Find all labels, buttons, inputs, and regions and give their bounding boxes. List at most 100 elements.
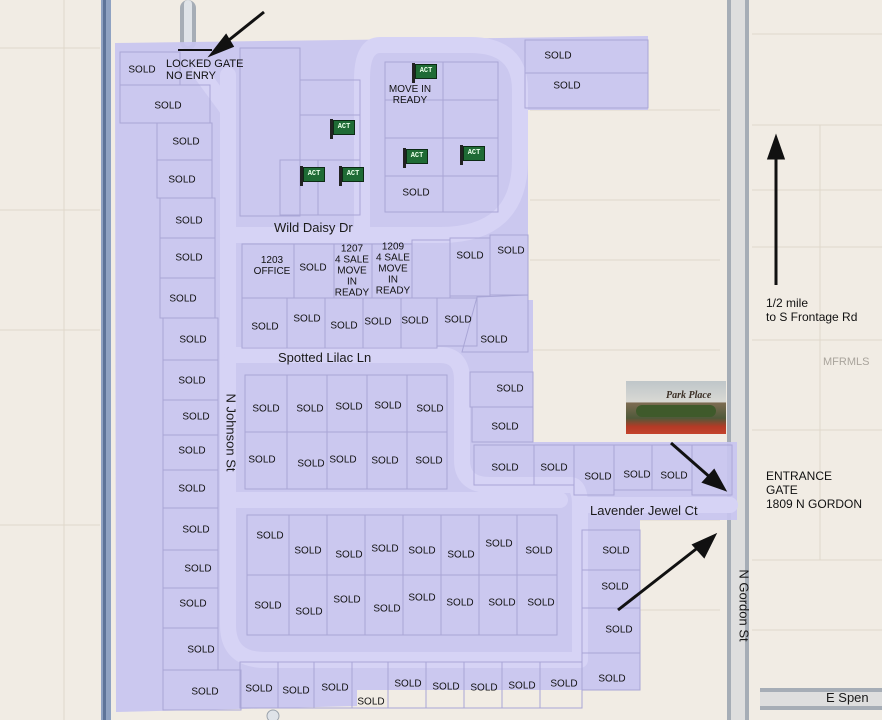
sold-lot: SOLD [172, 136, 200, 148]
sold-lot: SOLD [432, 681, 460, 693]
sold-lot: SOLD [470, 682, 498, 694]
act-sign-icon: ACT [457, 145, 485, 165]
sold-lot: SOLD [491, 462, 519, 474]
sold-lot: SOLD [602, 545, 630, 557]
lot-text: 1209 [381, 241, 405, 253]
sold-lot: SOLD [373, 603, 401, 615]
street-lavender-jewel-ct: Lavender Jewel Ct [590, 503, 698, 518]
act-sign-icon: ACT [327, 119, 355, 139]
sold-lot: SOLD [485, 538, 513, 550]
lot-text: READY [392, 95, 428, 106]
street-e-spen: E Spen [826, 690, 869, 705]
hedge-shape [636, 405, 716, 417]
sold-lot: SOLD [178, 445, 206, 457]
sold-lot: SOLD [182, 524, 210, 536]
half-mile-line2: to S Frontage Rd [766, 310, 858, 324]
sold-lot: SOLD [175, 252, 203, 264]
locked-gate-label: LOCKED GATE NO ENRY [166, 58, 243, 82]
sold-lot: SOLD [169, 293, 197, 305]
sold-lot: SOLD [446, 597, 474, 609]
street-n-gordon-st: N Gordon St [736, 569, 752, 642]
act-sign-text: ACT [463, 146, 485, 161]
sold-lot: SOLD [527, 597, 555, 609]
sold-lot: SOLD [178, 375, 206, 387]
sold-lot: SOLD [182, 411, 210, 423]
sold-lot: SOLD [525, 545, 553, 557]
sold-lot: SOLD [296, 403, 324, 415]
lot-text: MOVE [378, 263, 408, 275]
sold-lot: SOLD [491, 421, 519, 433]
sold-lot: SOLD [297, 458, 325, 470]
locked-gate-line2: NO ENRY [166, 70, 216, 82]
sold-lot: SOLD [191, 686, 219, 698]
lot-text: MOVE [337, 265, 367, 277]
sold-lot: SOLD [295, 606, 323, 618]
sold-lot: SOLD [402, 187, 430, 199]
sold-lot: SOLD [254, 600, 282, 612]
sold-lot: SOLD [299, 262, 327, 274]
sold-lot: SOLD [245, 683, 273, 695]
sold-lot: SOLD [497, 245, 525, 257]
act-sign-text: ACT [415, 64, 437, 79]
mfrmls-watermark: MFRMLS [823, 356, 870, 368]
sold-lot: SOLD [660, 470, 688, 482]
lot-text: MOVE IN [388, 84, 432, 95]
street-n-johnson-st: N Johnson St [223, 393, 239, 472]
sold-lot: SOLD [168, 174, 196, 186]
sold-lot: SOLD [444, 314, 472, 326]
lot-1209: 1209 4 SALE MOVE IN READY [376, 242, 410, 297]
sold-lot: SOLD [540, 462, 568, 474]
sold-lot: SOLD [333, 594, 361, 606]
lot-text: 4 SALE [376, 252, 410, 264]
sold-lot: SOLD [480, 334, 508, 346]
sold-lot: SOLD [544, 50, 572, 62]
lot-text: IN [346, 276, 357, 288]
sold-lot: SOLD [187, 644, 215, 656]
sold-lot: SOLD [178, 483, 206, 495]
half-mile-line1: 1/2 mile [766, 296, 809, 310]
entrance-line1: ENTRANCE [766, 469, 833, 483]
sold-lot: SOLD [415, 455, 443, 467]
entrance-line2: GATE [766, 483, 798, 497]
sold-lot: SOLD [248, 454, 276, 466]
sold-lot: SOLD [598, 673, 626, 685]
sold-lot: SOLD [605, 624, 633, 636]
act-sign-text: ACT [342, 167, 364, 182]
entrance-line3: 1809 N GORDON [766, 497, 863, 511]
act-sign-icon: ACT [400, 148, 428, 168]
lot-1203-office: 1203 OFFICE [254, 255, 291, 277]
act-sign-icon: ACT [409, 63, 437, 83]
lot-text: IN [387, 274, 398, 286]
half-mile-label: 1/2 mile to S Frontage Rd [766, 296, 857, 324]
lot-text: OFFICE [253, 266, 291, 277]
sold-lot: SOLD [175, 215, 203, 227]
sold-lot: SOLD [550, 678, 578, 690]
sold-lot: SOLD [447, 549, 475, 561]
map[interactable]: Wild Daisy Dr Spotted Lilac Ln N Johnson… [0, 0, 882, 720]
lot-move-in-ready: MOVE IN READY [389, 84, 431, 106]
sold-lot: SOLD [179, 598, 207, 610]
sold-lot: SOLD [329, 454, 357, 466]
act-sign-text: ACT [303, 167, 325, 182]
lot-text: 1203 [260, 255, 284, 266]
sold-lot: SOLD [364, 316, 392, 328]
sold-lot: SOLD [456, 250, 484, 262]
sold-lot: SOLD [335, 549, 363, 561]
entrance-gate-label: ENTRANCE GATE 1809 N GORDON [766, 469, 862, 511]
lot-text: 4 SALE [335, 254, 369, 266]
sold-lot: SOLD [321, 682, 349, 694]
sold-lot: SOLD [251, 321, 279, 333]
sold-lot: SOLD [408, 592, 436, 604]
locked-gate-line1: LOCKED GATE [166, 58, 244, 70]
act-sign-icon: ACT [336, 166, 364, 186]
sold-lot: SOLD [623, 469, 651, 481]
sold-lot: SOLD [335, 401, 363, 413]
sold-lot: SOLD [184, 563, 212, 575]
sold-lot: SOLD [256, 530, 284, 542]
act-sign-text: ACT [333, 120, 355, 135]
sold-lot: SOLD [374, 400, 402, 412]
sold-lot: SOLD [508, 680, 536, 692]
sold-lot: SOLD [496, 383, 524, 395]
sold-lot: SOLD [128, 64, 156, 76]
sold-lot: SOLD [371, 543, 399, 555]
